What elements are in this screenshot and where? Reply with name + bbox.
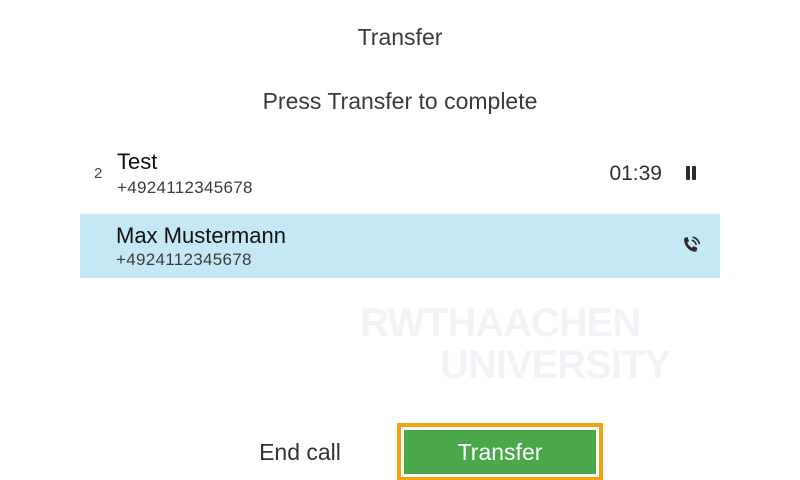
call-timer: 01:39	[609, 162, 662, 185]
line-index: 2	[94, 165, 103, 182]
pause-icon	[685, 166, 697, 180]
held-call-row[interactable]: 2 Test +4924112345678 01:39	[80, 143, 720, 207]
university-logo-watermark: RWTHAACHEN UNIVERSITY	[360, 301, 671, 388]
screen-title: Transfer	[357, 24, 443, 50]
watermark-line: UNIVERSITY	[440, 343, 671, 387]
watermark-line: RWTHAACHEN	[360, 301, 641, 345]
caller-name: Max Mustermann	[116, 223, 286, 248]
active-call-icon	[679, 234, 703, 258]
instruction-text: Press Transfer to complete	[262, 88, 538, 114]
end-call-button[interactable]: End call	[230, 430, 370, 474]
active-call-row[interactable]: Max Mustermann +4924112345678	[80, 214, 720, 278]
transfer-screen: Transfer Press Transfer to complete 2 Te…	[0, 0, 800, 480]
caller-number: +4924112345678	[117, 178, 253, 197]
caller-number: +4924112345678	[116, 250, 252, 269]
caller-name: Test	[117, 149, 158, 174]
transfer-focus-outline: Transfer	[397, 423, 603, 480]
transfer-button[interactable]: Transfer	[404, 430, 596, 474]
